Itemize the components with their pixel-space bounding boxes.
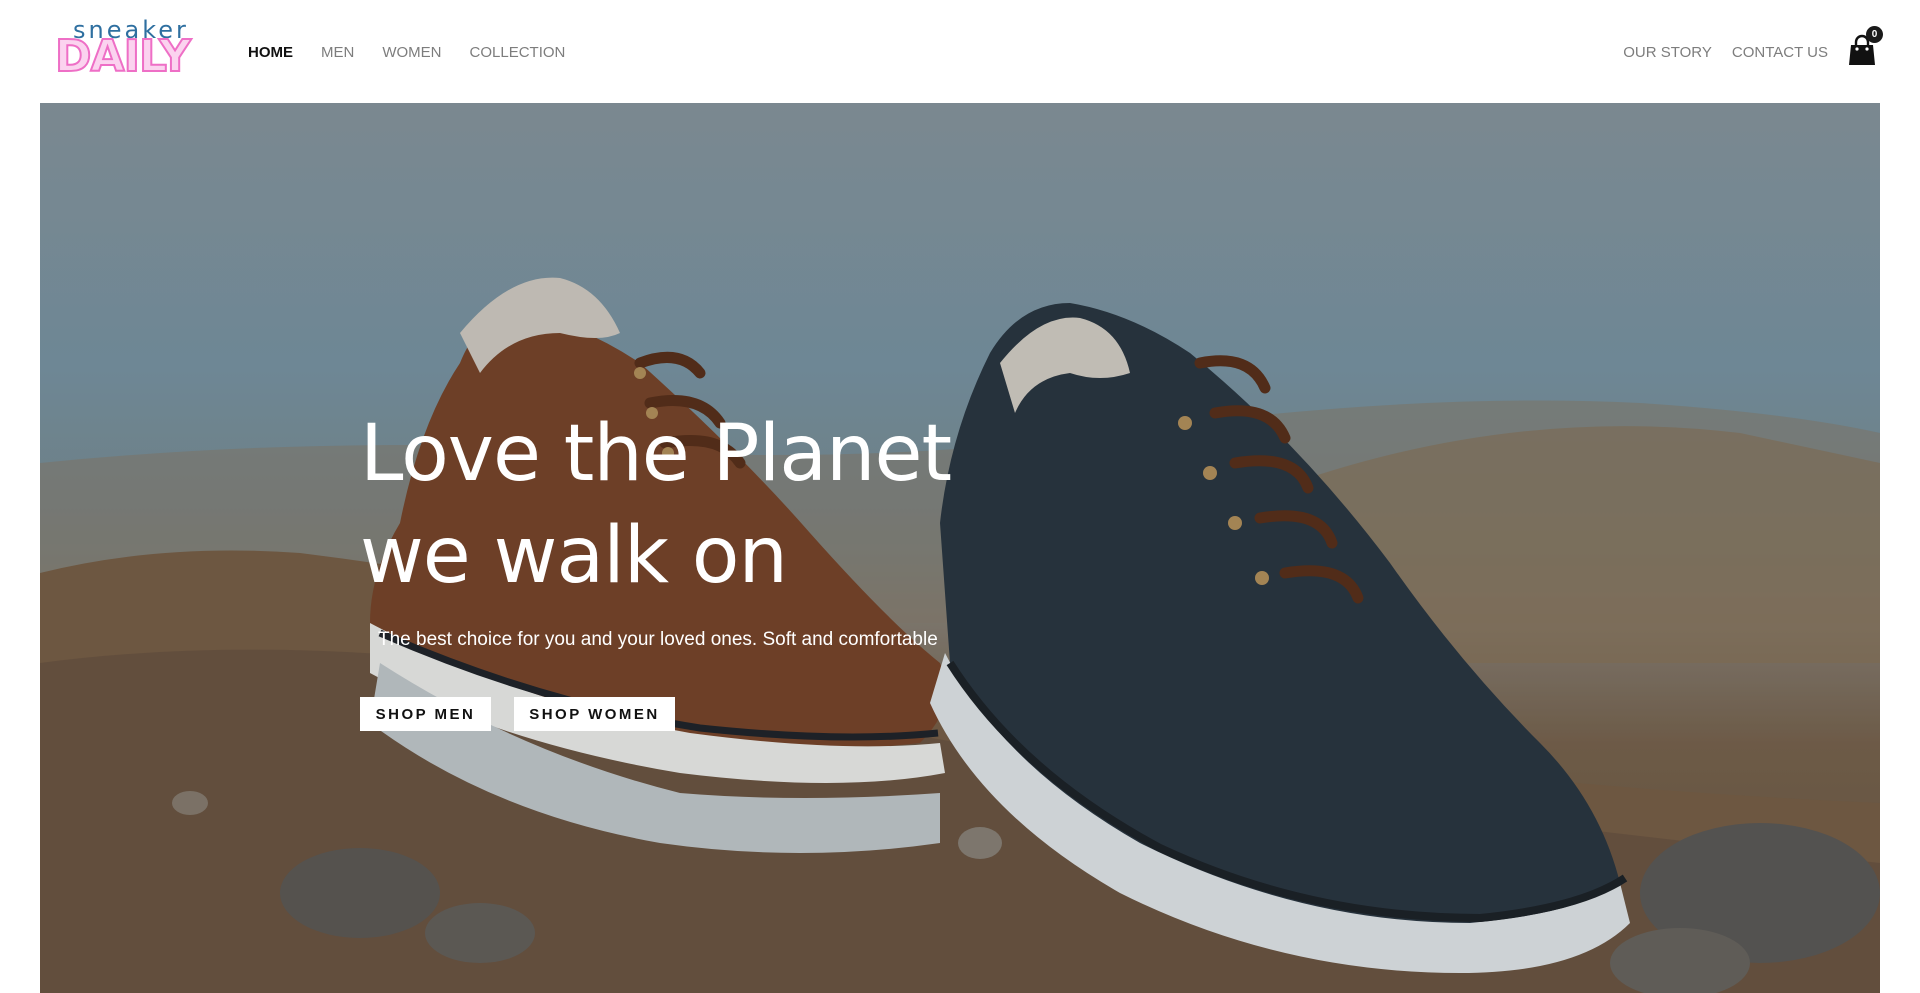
secondary-nav: OUR STORY CONTACT US: [1603, 44, 1828, 61]
hero-subtext: The best choice for you and your loved o…: [378, 629, 938, 650]
primary-nav: HOME MEN WOMEN COLLECTION: [248, 44, 593, 61]
nav-link-home[interactable]: HOME: [248, 44, 293, 61]
hero-headline-line-2: we walk on: [360, 511, 788, 601]
nav-link-contact-us[interactable]: CONTACT US: [1732, 44, 1828, 61]
logo-wordmark: DAILY: [54, 31, 192, 82]
hero-headline: Love the Planet we walk on: [360, 403, 952, 607]
brand-logo[interactable]: sneaker DAILY: [54, 16, 192, 86]
cart-count-badge: 0: [1866, 26, 1883, 43]
hero-overlay: [40, 103, 1880, 993]
hero-banner: Love the Planet we walk on The best choi…: [40, 103, 1880, 993]
hero-headline-line-1: Love the Planet: [360, 409, 952, 499]
nav-link-collection[interactable]: COLLECTION: [470, 44, 566, 61]
nav-link-women[interactable]: WOMEN: [382, 44, 441, 61]
nav-link-our-story[interactable]: OUR STORY: [1623, 44, 1712, 61]
shop-men-button[interactable]: SHOP MEN: [360, 697, 491, 731]
shop-women-button[interactable]: SHOP WOMEN: [514, 697, 675, 731]
site-header: sneaker DAILY HOME MEN WOMEN COLLECTION …: [0, 0, 1920, 103]
nav-link-men[interactable]: MEN: [321, 44, 354, 61]
